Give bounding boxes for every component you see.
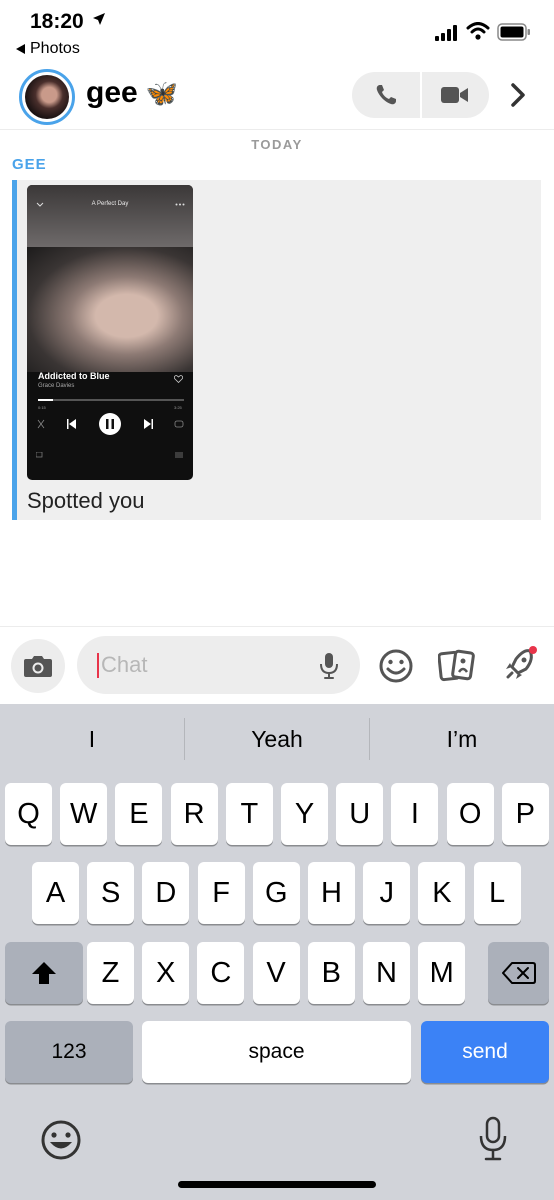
backspace-icon [501, 962, 536, 984]
key-m[interactable]: M [418, 942, 466, 1004]
queue-icon [175, 452, 183, 458]
text-caret [97, 653, 99, 678]
key-k[interactable]: K [418, 862, 466, 924]
numbers-key[interactable]: 123 [5, 1021, 133, 1083]
chat-field[interactable] [77, 636, 360, 694]
key-v[interactable]: V [252, 942, 300, 1004]
back-triangle-icon [16, 44, 25, 54]
key-d[interactable]: D [142, 862, 190, 924]
shift-icon [32, 962, 56, 984]
rocket-icon[interactable] [500, 645, 540, 685]
key-a[interactable]: A [32, 862, 79, 924]
mic-icon[interactable] [319, 651, 339, 681]
key-u[interactable]: U [336, 783, 384, 845]
key-z[interactable]: Z [87, 942, 134, 1004]
repeat-icon [174, 420, 184, 428]
chat-input[interactable] [101, 650, 301, 680]
smiley-icon[interactable] [378, 648, 414, 684]
butterfly-emoji: 🦋 [145, 77, 179, 108]
call-controls [352, 72, 489, 118]
voice-call-button[interactable] [352, 72, 420, 118]
key-f[interactable]: F [197, 862, 245, 924]
avatar[interactable] [19, 69, 75, 125]
album-art-photo [27, 247, 193, 372]
back-app-label: Photos [30, 40, 80, 57]
playback-progress [38, 399, 53, 401]
battery-icon [497, 23, 530, 41]
keyboard: I Yeah I’m QWERTYUIOPASDFGHJKLZXCVBNM 12… [0, 704, 554, 1200]
message-bubble[interactable]: A Perfect Day Addicted to Blue Grace Dav… [12, 180, 541, 520]
key-j[interactable]: J [363, 862, 411, 924]
snap-header-area [27, 185, 193, 247]
send-key[interactable]: send [421, 1021, 549, 1083]
video-icon [441, 87, 469, 103]
key-e[interactable]: E [115, 783, 163, 845]
chat-header: gee 🦋 [0, 64, 554, 130]
camera-button[interactable] [11, 639, 65, 693]
key-g[interactable]: G [252, 862, 300, 924]
key-c[interactable]: C [197, 942, 245, 1004]
camera-icon [24, 656, 52, 677]
total-time: 3:25 [174, 405, 182, 410]
video-call-button[interactable] [422, 72, 490, 118]
space-key[interactable]: space [142, 1021, 411, 1083]
chevron-right-icon[interactable] [510, 82, 526, 108]
key-s[interactable]: S [87, 862, 135, 924]
shift-key[interactable] [5, 942, 83, 1004]
key-p[interactable]: P [501, 783, 549, 845]
date-separator: TODAY [251, 137, 303, 152]
notification-dot [529, 646, 537, 654]
back-to-app-link[interactable]: Photos [16, 40, 80, 58]
suggestion-2[interactable]: Yeah [185, 716, 369, 762]
key-y[interactable]: Y [281, 783, 328, 845]
shuffle-icon [37, 419, 45, 429]
song-artist: Grace Davies [38, 383, 75, 389]
key-n[interactable]: N [363, 942, 410, 1004]
more-icon [175, 203, 185, 206]
suggestion-1[interactable]: I [0, 716, 184, 762]
message-text: Spotted you [27, 488, 145, 513]
sender-bar [12, 180, 17, 520]
previous-icon [67, 419, 76, 429]
snap-thumbnail[interactable]: A Perfect Day Addicted to Blue Grace Dav… [27, 185, 193, 480]
player-controls [37, 413, 184, 435]
phone-icon [376, 85, 396, 105]
key-t[interactable]: T [225, 783, 273, 845]
key-b[interactable]: B [307, 942, 355, 1004]
key-h[interactable]: H [308, 862, 355, 924]
cards-icon[interactable] [438, 648, 478, 684]
pause-icon [99, 413, 121, 435]
suggestion-3[interactable]: I’m [370, 716, 554, 762]
signal-icon [435, 25, 457, 41]
key-l[interactable]: L [473, 862, 521, 924]
key-x[interactable]: X [142, 942, 190, 1004]
status-bar: 18:20 Photos [0, 0, 554, 64]
contact-name-text: gee [86, 76, 138, 109]
wifi-icon [466, 22, 490, 40]
song-title: Addicted to Blue [38, 371, 110, 381]
status-time: 18:20 [30, 10, 84, 33]
contact-name[interactable]: gee 🦋 [86, 76, 178, 110]
suggestion-bar: I Yeah I’m [0, 716, 554, 762]
key-w[interactable]: W [60, 783, 108, 845]
elapsed-time: 0:15 [38, 405, 46, 410]
key-i[interactable]: I [391, 783, 439, 845]
next-icon [144, 419, 153, 429]
dictation-icon[interactable] [478, 1116, 508, 1162]
sender-label: GEE [12, 156, 47, 173]
album-title: A Perfect Day [91, 201, 129, 207]
backspace-key[interactable] [488, 942, 549, 1004]
emoji-keyboard-icon[interactable] [40, 1119, 82, 1161]
devices-icon [36, 452, 43, 458]
key-q[interactable]: Q [5, 783, 52, 845]
home-indicator [178, 1181, 376, 1188]
key-r[interactable]: R [170, 783, 218, 845]
playback-track [38, 399, 184, 401]
key-o[interactable]: O [446, 783, 494, 845]
heart-icon [174, 375, 183, 383]
location-arrow-icon [93, 13, 105, 25]
chat-input-bar [0, 626, 554, 704]
